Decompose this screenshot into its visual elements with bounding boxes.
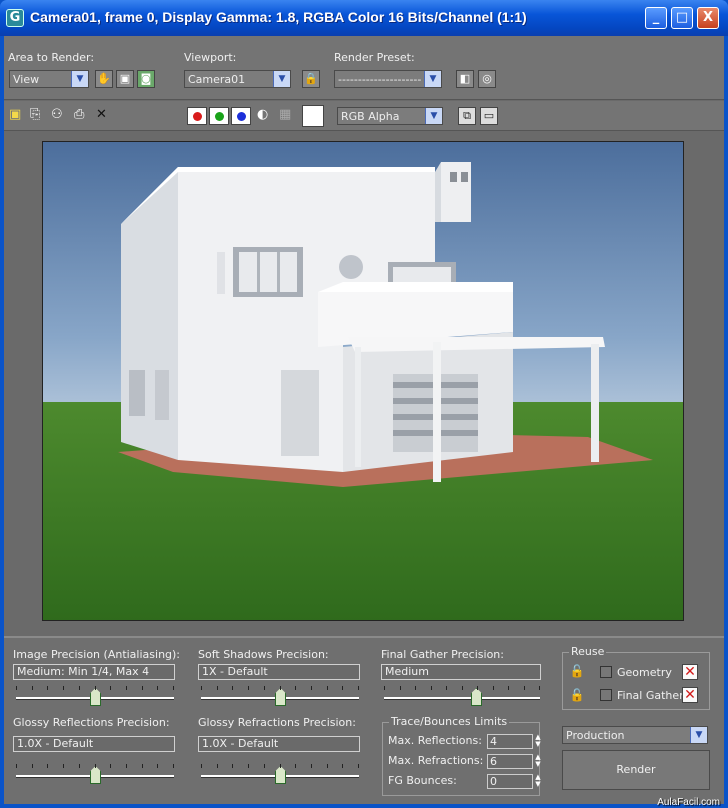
display-toolbar: ▣ ⎘ ⚇ ⎙ ✕ ◐ ▦ RGB Alpha ▼ ⧉ ▭	[4, 101, 724, 131]
slider-ticks	[201, 686, 359, 691]
clear-icon[interactable]: ✕	[96, 108, 107, 122]
chevron-down-icon: ▼	[273, 71, 290, 87]
client-area: Area to Render: View ▼ ✋ ▣ ◙ Viewport: C…	[4, 36, 724, 804]
image-precision-field: Medium: Min 1/4, Max 4	[13, 664, 175, 680]
image-precision-slider[interactable]	[16, 686, 174, 710]
alpha-toggle-icon[interactable]: ◐	[257, 108, 268, 122]
area-to-render-label: Area to Render:	[8, 51, 95, 64]
slider-ticks	[201, 764, 359, 769]
window-toggle-icon[interactable]: ▭	[480, 107, 498, 125]
chevron-down-icon: ▼	[690, 727, 707, 743]
glossy-reflections-label: Glossy Reflections Precision:	[13, 716, 170, 729]
window-title: Camera01, frame 0, Display Gamma: 1.8, R…	[30, 9, 527, 25]
max-refractions-label: Max. Refractions:	[388, 754, 484, 767]
house-render	[43, 142, 683, 620]
maximize-button[interactable]: □	[671, 7, 693, 29]
spinner-arrows-icon[interactable]: ▲ ▼	[533, 754, 543, 769]
red-channel-button[interactable]	[187, 107, 207, 125]
reuse-title: Reuse	[569, 645, 607, 658]
minimize-button[interactable]: _	[645, 7, 667, 29]
trace-bounces-title: Trace/Bounces Limits	[389, 715, 510, 728]
render-setup-icon[interactable]: ◧	[456, 70, 474, 88]
clone-icon[interactable]: ⚇	[51, 108, 63, 122]
slider-ticks	[384, 686, 540, 691]
channel-dropdown[interactable]: RGB Alpha ▼	[337, 107, 443, 125]
final-gather-checkbox[interactable]	[600, 689, 612, 701]
blue-channel-button[interactable]	[231, 107, 251, 125]
lock-icon[interactable]: 🔓	[569, 664, 585, 680]
render-region-icon[interactable]: ◙	[137, 70, 155, 88]
viewport-label: Viewport:	[184, 51, 237, 64]
glossy-reflections-field: 1.0X - Default	[13, 736, 175, 752]
lock-icon[interactable]: 🔓	[569, 688, 585, 704]
fg-bounces-label: FG Bounces:	[388, 774, 457, 787]
max-refractions-spinner[interactable]: 6 ▲ ▼	[487, 754, 541, 769]
fg-bounces-spinner[interactable]: 0 ▲ ▼	[487, 774, 541, 789]
glossy-reflections-slider[interactable]	[16, 764, 174, 788]
rendered-image	[42, 141, 684, 621]
glossy-refractions-field: 1.0X - Default	[198, 736, 360, 752]
render-preset-label: Render Preset:	[334, 51, 415, 64]
clear-geometry-icon[interactable]: ✕	[682, 664, 698, 680]
soft-shadows-slider[interactable]	[201, 686, 359, 710]
soft-shadows-field: 1X - Default	[198, 664, 360, 680]
render-button[interactable]: Render	[562, 750, 710, 790]
crop-icon[interactable]: ▣	[116, 70, 134, 88]
mono-toggle-icon[interactable]: ▦	[279, 108, 291, 122]
spinner-arrows-icon[interactable]: ▲ ▼	[533, 774, 543, 789]
geometry-label: Geometry	[617, 666, 672, 679]
slider-ticks	[16, 686, 174, 691]
glossy-refractions-slider[interactable]	[201, 764, 359, 788]
print-icon[interactable]: ⎙	[74, 108, 84, 122]
save-icon[interactable]: ▣	[9, 108, 21, 122]
reuse-group: Reuse 🔓 Geometry ✕ 🔓 Final Gather ✕	[562, 645, 710, 710]
max-reflections-spinner[interactable]: 4 ▲ ▼	[487, 734, 541, 749]
image-precision-label: Image Precision (Antialiasing):	[13, 648, 181, 661]
spinner-arrows-icon[interactable]: ▲ ▼	[533, 734, 543, 749]
chevron-down-icon: ▼	[424, 71, 441, 87]
hand-icon[interactable]: ✋	[95, 70, 113, 88]
geometry-checkbox[interactable]	[600, 666, 612, 678]
color-swatch[interactable]	[302, 105, 324, 127]
watermark: AulaFacil.com	[657, 797, 720, 808]
render-toolbar: Area to Render: View ▼ ✋ ▣ ◙ Viewport: C…	[4, 36, 724, 100]
max-reflections-label: Max. Reflections:	[388, 734, 482, 747]
trace-bounces-group: Trace/Bounces Limits Max. Reflections: 4…	[382, 715, 541, 796]
final-gather-reuse-label: Final Gather	[617, 689, 684, 702]
clear-final-gather-icon[interactable]: ✕	[682, 687, 698, 703]
final-gather-label: Final Gather Precision:	[381, 648, 504, 661]
app-icon[interactable]: G	[6, 9, 24, 27]
viewport-dropdown[interactable]: Camera01 ▼	[184, 70, 291, 88]
chevron-down-icon: ▼	[425, 108, 442, 124]
close-button[interactable]: X	[697, 7, 719, 29]
lock-icon[interactable]: 🔒	[302, 70, 320, 88]
red-channel-icon	[193, 112, 202, 121]
glossy-refractions-label: Glossy Refractions Precision:	[198, 716, 356, 729]
blue-channel-icon	[237, 112, 246, 121]
final-gather-slider[interactable]	[384, 686, 540, 710]
render-settings-panel: Image Precision (Antialiasing): Medium: …	[4, 636, 724, 804]
title-bar[interactable]: G Camera01, frame 0, Display Gamma: 1.8,…	[0, 0, 728, 36]
slider-ticks	[16, 764, 174, 769]
green-channel-button[interactable]	[209, 107, 229, 125]
copy-icon[interactable]: ⎘	[30, 108, 40, 122]
environment-icon[interactable]: ◎	[478, 70, 496, 88]
render-frame-window: G Camera01, frame 0, Display Gamma: 1.8,…	[0, 0, 728, 808]
production-dropdown[interactable]: Production ▼	[562, 726, 708, 744]
final-gather-field: Medium	[381, 664, 541, 680]
soft-shadows-label: Soft Shadows Precision:	[198, 648, 329, 661]
area-to-render-dropdown[interactable]: View ▼	[9, 70, 89, 88]
chevron-down-icon: ▼	[71, 71, 88, 87]
frame-toggle-icon[interactable]: ⧉	[458, 107, 476, 125]
green-channel-icon	[215, 112, 224, 121]
render-preset-dropdown[interactable]: --------------------- ▼	[334, 70, 442, 88]
